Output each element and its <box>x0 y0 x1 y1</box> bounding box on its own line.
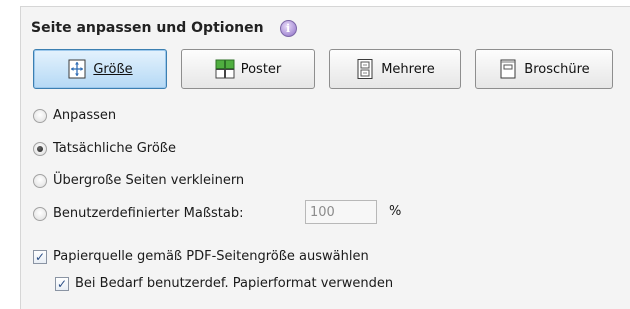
size-button-label: Größe <box>93 61 133 77</box>
custom-scale-input[interactable] <box>305 200 377 224</box>
radio-label: Übergroße Seiten verkleinern <box>53 173 245 188</box>
checkbox-label: Papierquelle gemäß PDF-Seitengröße auswä… <box>53 249 369 264</box>
poster-button-label: Poster <box>240 61 282 77</box>
poster-icon <box>215 59 235 79</box>
radio-button[interactable] <box>33 141 47 156</box>
section-title: Seite anpassen und Optionen <box>31 20 264 36</box>
checkbox-label: Bei Bedarf benutzerdef. Papierformat ver… <box>75 276 394 291</box>
booklet-button[interactable]: Broschüre <box>475 49 613 89</box>
checkbox-custom-paper[interactable]: ✓ Bei Bedarf benutzerdef. Papierformat v… <box>55 276 393 291</box>
checkbox[interactable]: ✓ <box>55 276 69 291</box>
multiple-button[interactable]: Mehrere <box>329 49 461 89</box>
section-header: Seite anpassen und Optionen i <box>31 17 297 39</box>
radio-label: Benutzerdefinierter Maßstab: <box>53 206 244 221</box>
checkbox-paper-source[interactable]: ✓ Papierquelle gemäß PDF-Seitengröße aus… <box>33 249 369 264</box>
radio-actual-size[interactable]: Tatsächliche Größe <box>33 141 176 156</box>
radio-label: Tatsächliche Größe <box>53 141 176 156</box>
checkbox[interactable]: ✓ <box>33 249 47 264</box>
radio-custom-scale[interactable]: Benutzerdefinierter Maßstab: <box>33 206 243 221</box>
size-icon <box>68 59 86 79</box>
multiple-pages-icon <box>357 59 373 79</box>
radio-button[interactable] <box>33 108 47 123</box>
radio-button[interactable] <box>33 206 47 221</box>
radio-fit[interactable]: Anpassen <box>33 108 116 123</box>
booklet-button-label: Broschüre <box>524 61 590 77</box>
booklet-icon <box>500 59 516 79</box>
info-icon[interactable]: i <box>279 19 297 37</box>
radio-label: Anpassen <box>53 108 117 123</box>
radio-shrink-oversized[interactable]: Übergroße Seiten verkleinern <box>33 173 244 188</box>
page-scaling-panel: Seite anpassen und Optionen i Größe Post… <box>20 6 630 309</box>
multiple-button-label: Mehrere <box>381 61 435 77</box>
poster-button[interactable]: Poster <box>181 49 315 89</box>
percent-unit: % <box>389 204 402 219</box>
size-button[interactable]: Größe <box>33 49 167 89</box>
radio-button[interactable] <box>33 173 47 188</box>
